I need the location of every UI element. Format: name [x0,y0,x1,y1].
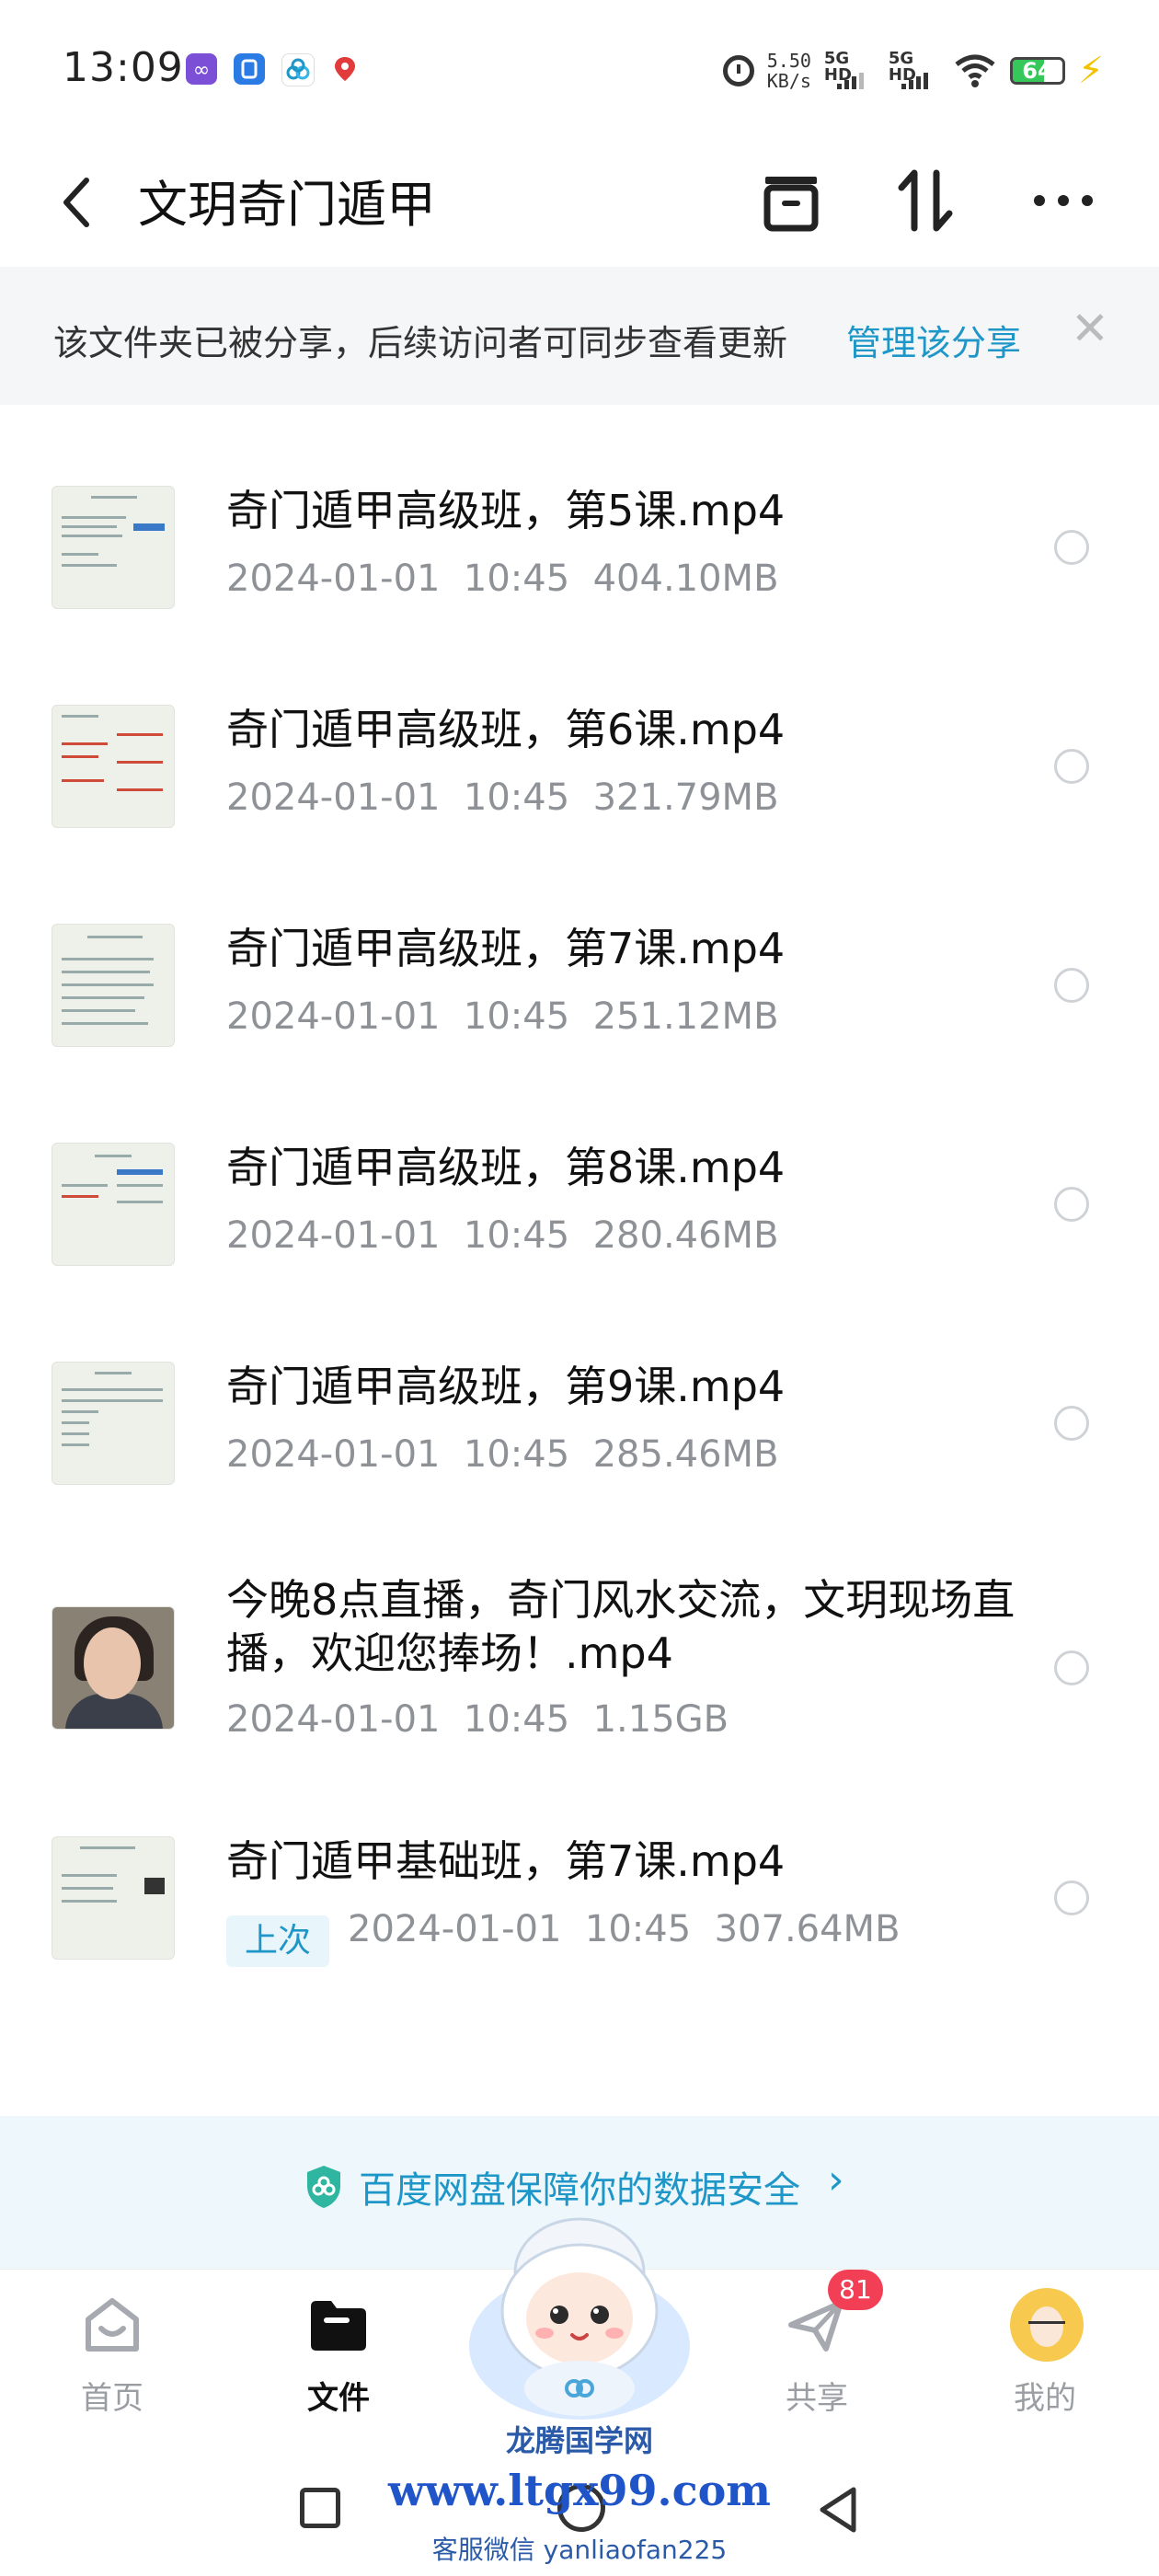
select-radio[interactable] [1054,968,1089,1003]
back-icon[interactable] [55,173,101,232]
app-header: 文玥奇门遁甲 [0,138,1159,267]
file-row[interactable]: 奇门遁甲高级班，第7课.mp4 2024-01-01 10:45 251.12M… [0,843,1159,1062]
status-right-cluster: 5.50 KB/s 5G HD 5G HD 64 ⚡ [722,48,1104,94]
select-radio[interactable] [1054,1187,1089,1222]
battery-icon: 64 [1009,57,1065,85]
signal-bars-icon [901,73,928,89]
video-thumbnail [52,924,175,1047]
archive-box-icon[interactable] [754,164,828,237]
manage-share-link[interactable]: 管理该分享 [846,315,1021,365]
charging-bolt-icon: ⚡ [1077,50,1104,92]
file-name: 奇门遁甲高级班，第5课.mp4 [226,486,786,535]
network-speed: 5.50 KB/s [767,51,811,91]
live-host-thumbnail [52,1607,174,1729]
signal-sim2: 5G HD [889,51,940,91]
notification-badge: 81 [828,2270,883,2310]
shield-icon [307,2166,340,2208]
file-meta: 2024-01-01 10:45 280.46MB [226,1214,779,1257]
file-row[interactable]: 奇门遁甲基础班，第7课.mp4 上次 2024-01-01 10:45 307.… [0,1766,1159,1985]
tab-mine[interactable]: 我的 [953,2270,1137,2426]
tab-label: 文件 [307,2380,370,2417]
video-thumbnail [52,486,175,609]
home-icon [86,2298,139,2352]
file-meta: 2024-01-01 10:45 1.15GB [226,1698,729,1741]
share-banner-text: 该文件夹已被分享，后续访问者可同步查看更新 [53,323,788,363]
signal-sim1: 5G HD [824,51,876,91]
file-meta: 2024-01-01 10:45 285.46MB [226,1433,779,1476]
watermark-contact: 客服微信 yanliaofan225 [431,2535,728,2565]
file-meta: 2024-01-01 10:45 307.64MB [348,1908,901,1950]
svg-text:∞: ∞ [193,59,210,82]
map-pin-app-icon [329,53,361,85]
file-name: 奇门遁甲基础班，第7课.mp4 [226,1836,786,1886]
video-thumbnail [52,1836,175,1960]
more-icon[interactable] [1027,164,1100,237]
file-row[interactable]: 今晚8点直播，奇门风水交流，文玥现场直播，欢迎您捧场！.mp4 2024-01-… [0,1500,1159,1766]
sort-icon[interactable] [889,164,962,237]
shield-app-icon [234,53,265,85]
tab-share[interactable]: 81 共享 [725,2270,909,2426]
infinity-app-icon: ∞ [186,53,217,85]
safety-text: 百度网盘保障你的数据安全 [359,2169,800,2212]
file-name: 奇门遁甲高级班，第9课.mp4 [226,1362,786,1411]
watermark-site-name: 龙腾国学网 [505,2423,653,2458]
select-radio[interactable] [1054,1406,1089,1441]
close-icon[interactable]: ✕ [1071,305,1109,351]
file-name: 奇门遁甲高级班，第7课.mp4 [226,924,786,973]
battery-level: 64 [1022,58,1053,84]
status-bar: 13:09 ∞ 5.50 KB/s 5G HD 5G HD 64 ⚡ [0,0,1159,138]
file-meta: 2024-01-01 10:45 321.79MB [226,776,779,819]
file-row[interactable]: 奇门遁甲高级班，第6课.mp4 2024-01-01 10:45 321.79M… [0,624,1159,843]
select-radio[interactable] [1054,530,1089,565]
net-speed-value: 5.50 [766,50,811,72]
tab-home[interactable]: 首页 [20,2270,204,2426]
video-thumbnail [52,1143,175,1266]
file-meta: 2024-01-01 10:45 404.10MB [226,558,779,600]
select-radio[interactable] [1054,1880,1089,1915]
file-name: 今晚8点直播，奇门风水交流，文玥现场直播，欢迎您捧场！.mp4 [226,1575,1016,1678]
video-thumbnail [52,705,175,828]
file-row[interactable]: 奇门遁甲高级班，第5课.mp4 2024-01-01 10:45 404.10M… [0,405,1159,624]
alarm-icon [722,55,754,86]
mascot-assistant-icon[interactable] [460,2208,699,2429]
status-time: 13:09 [63,44,184,91]
tab-files[interactable]: 文件 [247,2270,430,2426]
file-name: 奇门遁甲高级班，第8课.mp4 [226,1143,786,1192]
tab-label: 共享 [786,2380,848,2417]
file-name: 奇门遁甲高级班，第6课.mp4 [226,705,786,754]
tab-label: 首页 [81,2380,143,2417]
select-radio[interactable] [1054,1650,1089,1685]
avatar-icon [1010,2288,1084,2362]
watermark-url: www.ltgx99.com [388,2466,771,2515]
file-row[interactable]: 奇门遁甲高级班，第8课.mp4 2024-01-01 10:45 280.46M… [0,1062,1159,1281]
baidu-netdisk-app-icon [281,53,315,86]
share-banner: 该文件夹已被分享，后续访问者可同步查看更新 管理该分享 ✕ [0,267,1159,405]
net-speed-unit: KB/s [766,70,811,92]
video-thumbnail [52,1606,175,1730]
folder-icon [311,2301,366,2351]
page-title: 文玥奇门遁甲 [138,176,436,234]
tab-label: 我的 [1014,2380,1076,2417]
signal-bars-icon [836,73,864,89]
select-radio[interactable] [1054,749,1089,784]
wifi-icon [955,54,995,87]
video-thumbnail [52,1362,175,1485]
last-played-badge: 上次 [226,1915,330,1967]
file-row[interactable]: 奇门遁甲高级班，第9课.mp4 2024-01-01 10:45 285.46M… [0,1281,1159,1500]
chevron-right-icon: › [828,2156,844,2203]
file-meta: 2024-01-01 10:45 251.12MB [226,995,779,1038]
